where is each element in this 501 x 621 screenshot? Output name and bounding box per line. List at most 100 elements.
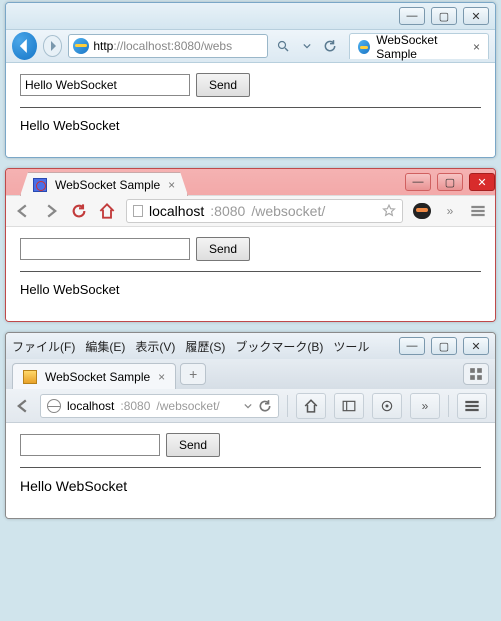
extension-button[interactable] [413, 202, 431, 220]
chevron-down-button[interactable] [298, 36, 316, 56]
refresh-button[interactable] [322, 36, 340, 56]
minimize-button[interactable]: — [399, 337, 425, 355]
forward-button[interactable] [43, 35, 63, 57]
hamburger-icon [464, 398, 480, 414]
target-icon [380, 399, 394, 413]
globe-icon [47, 399, 61, 413]
menu-bookmarks[interactable]: ブックマーク(B) [235, 338, 323, 355]
maximize-icon: ▢ [445, 176, 455, 189]
firefox-tab[interactable]: WebSocket Sample × [12, 363, 176, 389]
minimize-button[interactable]: — [405, 173, 431, 191]
tab-close-icon[interactable]: × [158, 370, 165, 384]
firefox-nav-bar: localhost:8080/websocket/ » [6, 389, 495, 423]
firefox-menubar: ファイル(F) 編集(E) 表示(V) 履歴(S) ブックマーク(B) ツール … [6, 333, 495, 359]
ie-logo-icon [358, 40, 370, 54]
tab-title: WebSocket Sample [45, 370, 150, 384]
divider [20, 107, 481, 108]
home-button[interactable] [296, 393, 326, 419]
home-icon [304, 399, 318, 413]
tab-groups-button[interactable] [463, 363, 489, 385]
message-input[interactable] [20, 238, 190, 260]
target-button[interactable] [372, 393, 402, 419]
sidebar-button[interactable] [334, 393, 364, 419]
menu-view[interactable]: 表示(V) [135, 338, 175, 355]
forward-button[interactable] [42, 202, 60, 220]
minimize-button[interactable]: — [399, 7, 425, 25]
received-message: Hello WebSocket [20, 478, 481, 494]
overflow-button[interactable]: » [441, 202, 459, 220]
menu-button[interactable] [457, 393, 487, 419]
chevron-down-icon[interactable] [244, 402, 252, 410]
chrome-page-content: Send Hello WebSocket [6, 227, 495, 321]
url-rest: /webs [201, 39, 232, 53]
menu-edit[interactable]: 編集(E) [85, 338, 125, 355]
close-icon: ✕ [471, 340, 480, 353]
chrome-tab[interactable]: WebSocket Sample × [20, 172, 188, 196]
page-favicon-icon [23, 370, 37, 384]
menu-button[interactable] [469, 202, 487, 220]
back-button[interactable] [14, 202, 32, 220]
maximize-button[interactable]: ▢ [431, 337, 457, 355]
maximize-button[interactable]: ▢ [437, 173, 463, 191]
back-button[interactable] [12, 32, 37, 60]
firefox-page-content: Send Hello WebSocket [6, 423, 495, 518]
new-tab-button[interactable]: + [180, 363, 206, 385]
chrome-titlebar: WebSocket Sample × — ▢ ✕ [6, 169, 495, 195]
menu-file[interactable]: ファイル(F) [12, 338, 75, 355]
search-dropdown-button[interactable] [274, 36, 292, 56]
grid-icon [469, 367, 483, 381]
chevron-right-icon: » [447, 204, 454, 218]
arrow-left-icon [17, 39, 31, 53]
address-bar[interactable]: localhost:8080/websocket/ [40, 394, 279, 418]
url-scheme: http [93, 39, 113, 53]
refresh-icon [323, 39, 337, 53]
refresh-icon[interactable] [258, 399, 272, 413]
plus-icon: + [189, 366, 197, 382]
home-button[interactable] [98, 202, 116, 220]
chevron-right-icon: » [422, 399, 429, 413]
received-message: Hello WebSocket [20, 282, 481, 297]
message-input[interactable] [20, 74, 190, 96]
form-row: Send [20, 433, 481, 457]
url-port: :8080 [210, 203, 245, 219]
menu-history[interactable]: 履歴(S) [185, 338, 225, 355]
message-input[interactable] [20, 434, 160, 456]
url-path: /websocket/ [251, 203, 325, 219]
url-hostport: ://localhost:8080 [113, 39, 200, 53]
firefox-tabstrip: WebSocket Sample × + [6, 359, 495, 389]
ie-logo-icon [73, 38, 89, 54]
close-button[interactable]: ✕ [469, 173, 495, 191]
star-icon[interactable] [382, 204, 396, 218]
tab-close-icon[interactable]: × [168, 178, 175, 192]
minimize-icon: — [413, 176, 424, 188]
url-text: http://localhost:8080/webs [93, 39, 232, 53]
url-host: localhost [67, 399, 114, 413]
address-bar[interactable]: localhost:8080/websocket/ [126, 199, 403, 223]
menu-tools[interactable]: ツール [333, 338, 369, 355]
chrome-nav-bar: localhost:8080/websocket/ » [6, 195, 495, 227]
back-button[interactable] [14, 397, 32, 415]
arrow-right-icon [48, 41, 58, 51]
home-icon [99, 203, 115, 219]
tab-close-icon[interactable]: × [473, 40, 480, 54]
divider [20, 271, 481, 272]
arrow-right-icon [44, 204, 58, 218]
sidebar-icon [342, 399, 356, 413]
ie-tab[interactable]: WebSocket Sample × [349, 33, 489, 59]
close-button[interactable]: ✕ [463, 337, 489, 355]
reload-button[interactable] [70, 202, 88, 220]
close-icon: ✕ [477, 176, 486, 189]
arrow-left-icon [16, 399, 30, 413]
overflow-button[interactable]: » [410, 393, 440, 419]
close-button[interactable]: ✕ [463, 7, 489, 25]
maximize-button[interactable]: ▢ [431, 7, 457, 25]
page-favicon-icon [33, 178, 47, 192]
send-button[interactable]: Send [196, 237, 250, 261]
toolbar-separator [448, 395, 449, 417]
send-button[interactable]: Send [196, 73, 250, 97]
close-icon: ✕ [471, 10, 480, 23]
maximize-icon: ▢ [439, 340, 449, 353]
tab-title: WebSocket Sample [376, 33, 467, 61]
send-button[interactable]: Send [166, 433, 220, 457]
address-bar[interactable]: http://localhost:8080/webs [68, 34, 268, 58]
